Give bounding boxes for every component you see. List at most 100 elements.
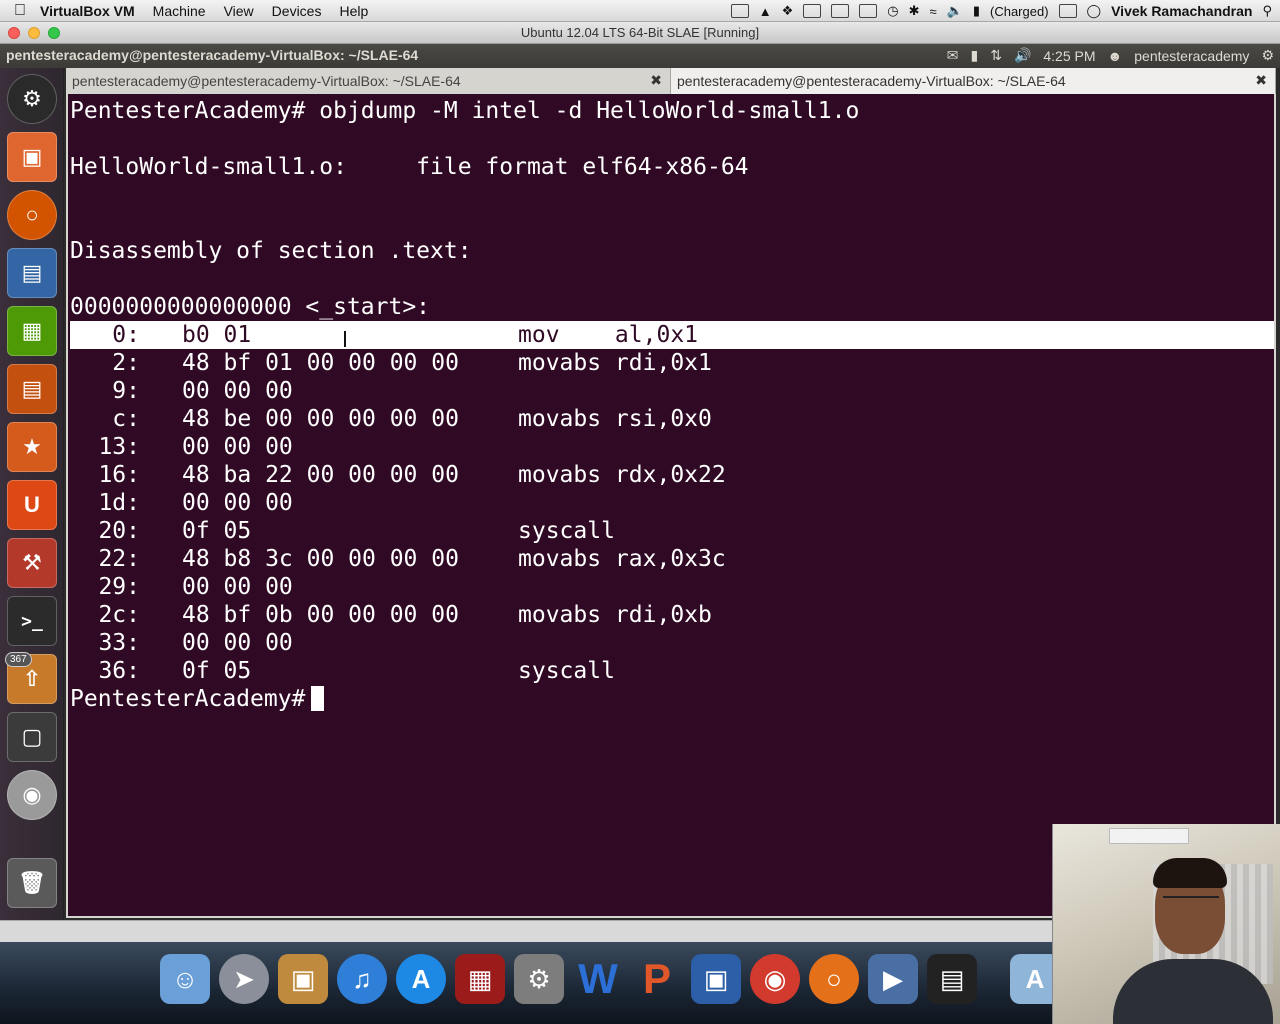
disasm-instruction: movabs rdx,0x22: [518, 462, 726, 488]
menu-app-name[interactable]: VirtualBox VM: [40, 3, 135, 19]
bluetooth-icon[interactable]: ✱: [909, 3, 920, 19]
volume-icon[interactable]: 🔈: [947, 3, 963, 19]
terminal-tab-2[interactable]: pentesteracademy@pentesteracademy-Virtua…: [671, 68, 1276, 94]
disasm-row: 2c: 48 bf 0b 00 00 00 00 movabs rdi,0xb: [70, 601, 711, 629]
system-preferences-icon[interactable]: ⚙: [514, 954, 564, 1004]
menu-help[interactable]: Help: [339, 3, 368, 19]
optical-disc-icon[interactable]: ◉: [7, 770, 57, 820]
battery-status[interactable]: (Charged): [990, 4, 1049, 19]
battery-indicator-icon[interactable]: ▮: [970, 47, 978, 64]
mail-icon[interactable]: ✉: [947, 47, 959, 64]
screenflow-icon[interactable]: ▶: [868, 954, 918, 1004]
minimize-window-button[interactable]: [28, 27, 40, 39]
calendar-icon[interactable]: [1058, 4, 1077, 18]
firefox-icon[interactable]: ○: [7, 190, 57, 240]
webcam-overlay: [1052, 824, 1280, 1024]
text-cursor: [311, 686, 325, 711]
app-store-icon[interactable]: A: [396, 954, 446, 1004]
menu-machine[interactable]: Machine: [153, 3, 206, 19]
system-settings-icon[interactable]: ⚒: [7, 538, 57, 588]
disasm-bytes: b0 01: [182, 322, 252, 348]
disasm-bytes: 0f 05: [182, 518, 252, 544]
battery-icon[interactable]: ▮: [973, 3, 980, 19]
word-icon[interactable]: W: [573, 954, 623, 1004]
software-center-icon[interactable]: ★: [7, 422, 57, 472]
photo-booth-icon[interactable]: ▦: [455, 954, 505, 1004]
close-window-button[interactable]: [8, 27, 20, 39]
ubuntu-one-icon[interactable]: U: [7, 480, 57, 530]
window-icon[interactable]: [803, 4, 822, 18]
firefox-dock-icon[interactable]: ○: [809, 954, 859, 1004]
vbox-window-titlebar: Ubuntu 12.04 LTS 64-Bit SLAE [Running]: [0, 22, 1280, 44]
trash-icon[interactable]: 🗑: [7, 858, 57, 908]
menu-devices[interactable]: Devices: [272, 3, 322, 19]
keyboard-icon[interactable]: [831, 4, 850, 18]
libreoffice-calc-icon[interactable]: ▦: [7, 306, 57, 356]
disasm-bytes: 48 ba 22 00 00 00 00: [182, 462, 459, 488]
disasm-bytes: 0f 05: [182, 658, 252, 684]
dash-home-icon[interactable]: ⚙: [7, 74, 57, 124]
disasm-instruction: movabs rdi,0x1: [518, 350, 712, 376]
user-name[interactable]: Vivek Ramachandran: [1111, 3, 1252, 19]
vbox-window-title: Ubuntu 12.04 LTS 64-Bit SLAE [Running]: [520, 25, 760, 40]
panel-clock[interactable]: 4:25 PM: [1043, 48, 1095, 64]
unity-launcher: ⚙ ▣ ○ ▤ ▦ ▤ ★ U ⚒ >_ ⇧ 367 ▢ ◉ 🗑: [0, 68, 64, 920]
chrome-icon[interactable]: ◉: [750, 954, 800, 1004]
terminal-output[interactable]: PentesterAcademy# objdump -M intel -d He…: [66, 94, 1276, 918]
sync-icon[interactable]: ◯: [1087, 3, 1102, 19]
itunes-icon[interactable]: ♫: [337, 954, 387, 1004]
close-tab-2-icon[interactable]: ✖: [1255, 72, 1267, 89]
disasm-bytes: 00 00 00: [182, 378, 293, 404]
disasm-address: 2:: [112, 350, 140, 376]
disasm-instruction: movabs rdi,0xb: [518, 602, 712, 628]
finder-icon[interactable]: ☺: [160, 954, 210, 1004]
command-line: PentesterAcademy# objdump -M intel -d He…: [70, 98, 860, 124]
powerpoint-icon[interactable]: P: [632, 954, 682, 1004]
disasm-bytes: 00 00 00: [182, 630, 293, 656]
disasm-address: 22:: [98, 546, 140, 572]
close-tab-1-icon[interactable]: ✖: [650, 72, 662, 89]
libreoffice-writer-icon[interactable]: ▤: [7, 248, 57, 298]
ubuntu-top-panel: pentesteracademy@pentesteracademy-Virtua…: [0, 44, 1280, 68]
image-capture-icon[interactable]: ▣: [278, 954, 328, 1004]
disasm-row: 13: 00 00 00: [70, 433, 292, 461]
menu-view[interactable]: View: [224, 3, 254, 19]
disasm-row: 20: 0f 05 syscall: [70, 517, 614, 545]
prompt-line[interactable]: PentesterAcademy#: [70, 685, 325, 713]
presenter-hair: [1153, 858, 1227, 888]
zoom-window-button[interactable]: [48, 27, 60, 39]
network-icon[interactable]: ⇅: [990, 47, 1002, 64]
apple-menu-icon[interactable]: : [0, 2, 40, 20]
camera-icon[interactable]: [730, 4, 749, 18]
spotlight-search-icon[interactable]: ⚲: [1262, 3, 1272, 19]
shell-prompt: PentesterAcademy#: [70, 686, 306, 712]
terminal-dock-icon[interactable]: ▤: [927, 954, 977, 1004]
workspace-switcher-icon[interactable]: ▢: [7, 712, 57, 762]
dropbox-icon[interactable]: ❖: [782, 3, 794, 19]
wifi-icon[interactable]: ≈: [930, 4, 937, 19]
time-machine-icon[interactable]: ◷: [887, 3, 898, 19]
file-format-line: HelloWorld-small1.o: file format elf64-x…: [70, 154, 749, 180]
disasm-bytes: 00 00 00: [182, 574, 293, 600]
disasm-instruction: syscall: [518, 658, 615, 684]
panel-user[interactable]: pentesteracademy: [1134, 48, 1249, 64]
virtualbox-icon[interactable]: ▣: [691, 954, 741, 1004]
session-gear-icon[interactable]: ⚙: [1261, 47, 1274, 64]
display-icon[interactable]: [859, 4, 878, 18]
launchpad-icon[interactable]: ➤: [219, 954, 269, 1004]
terminal-icon[interactable]: >_: [7, 596, 57, 646]
user-icon[interactable]: ☻: [1108, 48, 1123, 64]
menubar-status-area: ▲ ❖ ◷ ✱ ≈ 🔈 ▮ (Charged) ◯ Vivek Ramachan…: [730, 0, 1272, 22]
terminal-tab-1[interactable]: pentesteracademy@pentesteracademy-Virtua…: [66, 68, 671, 94]
disasm-instruction: movabs rsi,0x0: [518, 406, 712, 432]
terminal-tab-1-label: pentesteracademy@pentesteracademy-Virtua…: [72, 73, 461, 89]
drive-icon[interactable]: ▲: [759, 4, 772, 19]
terminal-tab-bar: pentesteracademy@pentesteracademy-Virtua…: [66, 68, 1276, 94]
libreoffice-impress-icon[interactable]: ▤: [7, 364, 57, 414]
air-conditioner: [1109, 828, 1189, 844]
update-count-badge: 367: [5, 652, 32, 667]
sound-icon[interactable]: 🔊: [1014, 47, 1031, 64]
files-folder-icon[interactable]: ▣: [7, 132, 57, 182]
symbol-line: 0000000000000000 <_start>:: [70, 294, 431, 320]
disasm-address: 16:: [98, 462, 140, 488]
